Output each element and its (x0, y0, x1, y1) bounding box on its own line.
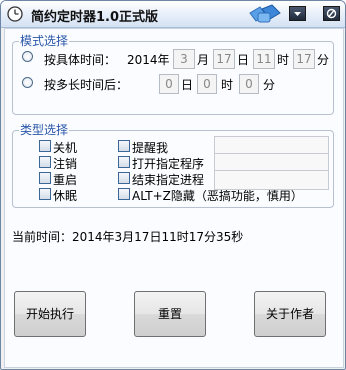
main-panel: 模式选择 按具体时间： 2014年 3 月 17 日 11 时 17 分 按多长… (4, 28, 344, 368)
hibernate-label: 休眠 (53, 189, 78, 203)
start-button[interactable]: 开始执行 (14, 291, 86, 337)
checkbox-alt-z-hide[interactable] (118, 188, 130, 200)
day-input[interactable]: 17 (213, 49, 235, 69)
mode-group-legend: 模式选择 (20, 34, 69, 48)
delay-hour-unit: 时 (221, 78, 234, 92)
month-input[interactable]: 3 (173, 49, 195, 69)
skin-icon[interactable] (248, 3, 284, 28)
minute-unit: 分 (317, 53, 330, 67)
open-program-label: 打开指定程序 (132, 157, 205, 171)
about-author-button[interactable]: 关于作者 (254, 291, 326, 337)
delay-hour-input[interactable]: 0 (197, 74, 217, 94)
checkbox-hibernate[interactable] (39, 188, 51, 200)
logoff-label: 注销 (53, 157, 78, 171)
kill-process-label: 结束指定进程 (132, 173, 205, 187)
type-group-legend: 类型选择 (20, 123, 69, 137)
year-text: 2014年 (127, 53, 170, 67)
minimize-button[interactable] (289, 6, 306, 21)
hour-input[interactable]: 11 (253, 49, 275, 69)
checkbox-restart[interactable] (39, 172, 51, 184)
restart-label: 重启 (53, 173, 78, 187)
process-name-field[interactable] (214, 170, 329, 190)
checkbox-kill-process[interactable] (118, 172, 130, 184)
delay-time-label: 按多长时间后： (44, 78, 129, 92)
remind-label: 提醒我 (132, 141, 169, 155)
radio-specific-time[interactable] (22, 51, 33, 62)
month-unit: 月 (197, 53, 210, 67)
day-unit: 日 (237, 53, 250, 67)
window-title: 简约定时器1.0正式版 (31, 10, 159, 25)
shutdown-label: 关机 (53, 141, 78, 155)
checkbox-open-program[interactable] (118, 156, 130, 168)
hour-unit: 时 (277, 53, 290, 67)
reset-button[interactable]: 重置 (134, 291, 206, 337)
clock-icon (7, 6, 23, 25)
delay-minute-unit: 分 (263, 78, 276, 92)
delay-minute-input[interactable]: 0 (239, 74, 259, 94)
delay-day-input[interactable]: 0 (159, 74, 179, 94)
checkbox-shutdown[interactable] (39, 140, 51, 152)
title-bar[interactable]: 简约定时器1.0正式版 (1, 1, 345, 28)
checkbox-logoff[interactable] (39, 156, 51, 168)
specific-time-label: 按具体时间： (44, 53, 117, 67)
current-time-text: 当前时间：2014年3月17日11时17分35秒 (12, 230, 244, 244)
close-button[interactable] (323, 6, 340, 21)
minute-input[interactable]: 17 (293, 49, 315, 69)
app-window: 简约定时器1.0正式版 模式选择 按具体时间： 2014年 3 月 17 日 1… (0, 0, 346, 370)
radio-delay-time[interactable] (22, 77, 33, 88)
checkbox-remind[interactable] (118, 140, 130, 152)
delay-day-unit: 日 (181, 78, 194, 92)
